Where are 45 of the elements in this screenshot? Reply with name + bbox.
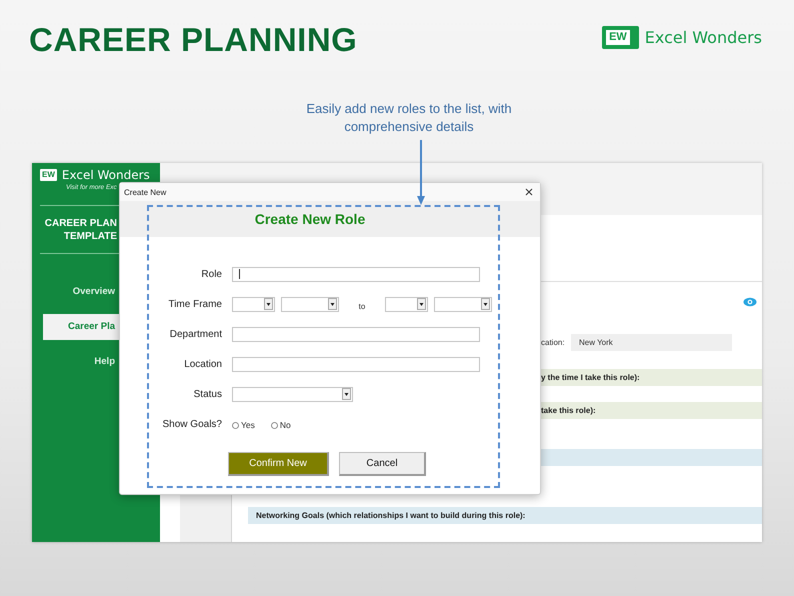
field-label: Location: [183, 358, 222, 370]
brand-name: Excel Wonders: [62, 168, 150, 182]
dropdown[interactable]: [434, 296, 492, 312]
sidebar-item[interactable]: Career Pla: [43, 314, 119, 340]
section-title: Networking Goals (which relationships I want to build during this role):: [256, 511, 526, 520]
dialog-heading: Create New Role: [254, 211, 366, 227]
dropdown[interactable]: [232, 386, 353, 402]
section-title: y the time I take this role):: [541, 373, 640, 382]
brand-name: Excel Wonders: [644, 28, 762, 47]
dropdown[interactable]: [281, 296, 339, 312]
field-label: Status: [192, 388, 222, 400]
section-title: take this role):: [541, 406, 596, 415]
range-separator: to: [358, 301, 366, 311]
field-label: Department: [168, 328, 222, 340]
location-field[interactable]: New York: [571, 334, 732, 351]
confirm-button[interactable]: Confirm New: [228, 452, 329, 476]
field-label: Time Frame: [167, 298, 222, 310]
callout-text: Easily add new roles to the list, with comprehensive details: [305, 100, 513, 136]
field-label: Role: [200, 268, 222, 280]
radio-option[interactable]: Yes: [232, 418, 255, 430]
sidebar-title: CAREER PLAN: [44, 217, 117, 230]
window-title: Create New: [124, 188, 166, 196]
logo-mark: EW: [602, 26, 639, 49]
dropdown[interactable]: [385, 296, 428, 312]
sidebar-item[interactable]: Help: [32, 349, 119, 375]
field-label: Show Goals?: [162, 418, 222, 430]
sidebar-title: TEMPLATE: [62, 230, 117, 243]
input-field[interactable]: [232, 356, 480, 372]
caret-icon: [417, 298, 426, 310]
input-field[interactable]: [232, 326, 480, 342]
dropdown[interactable]: [232, 296, 275, 312]
close-icon[interactable]: [525, 188, 533, 196]
input-field[interactable]: [232, 266, 480, 282]
caret-icon: [342, 388, 351, 400]
caret-icon: [328, 298, 337, 310]
eye-icon: [743, 297, 757, 307]
logo-mark: EW: [40, 169, 57, 181]
arrow: [416, 140, 426, 206]
caret-icon: [264, 298, 273, 310]
field-label: cation:: [541, 338, 563, 347]
cancel-button[interactable]: Cancel: [339, 452, 426, 476]
sidebar-item[interactable]: Overview: [32, 279, 119, 305]
radio-option[interactable]: No: [270, 418, 291, 430]
caret-icon: [481, 298, 490, 310]
page-title: CAREER PLANNING: [29, 20, 358, 60]
